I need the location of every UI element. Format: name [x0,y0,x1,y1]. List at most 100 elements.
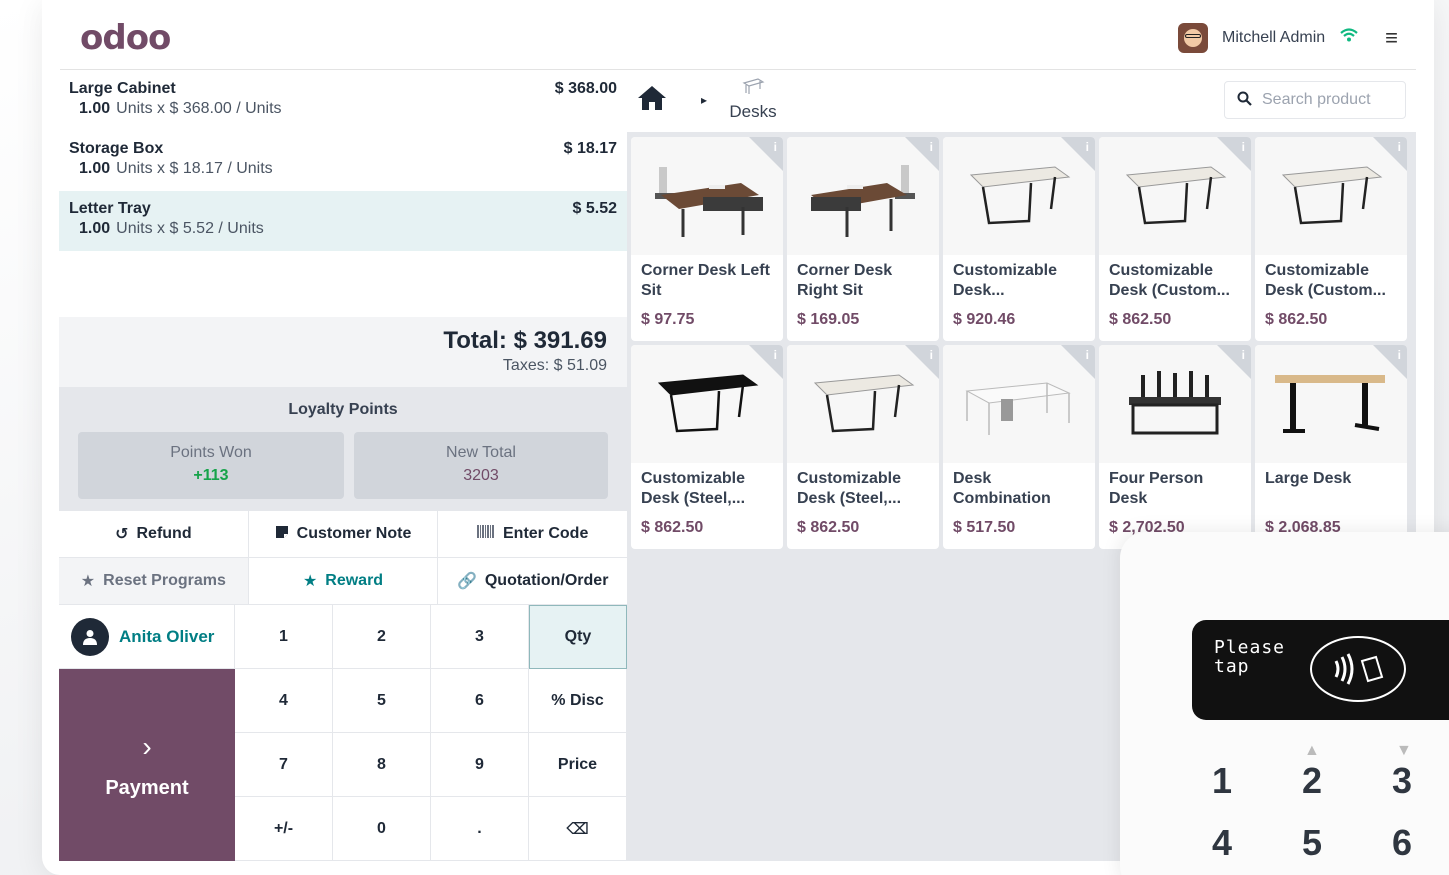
product-name: Customizable Desk (Steel,... [641,470,746,507]
numpad-decimal[interactable]: . [431,797,529,861]
info-icon[interactable]: i [774,348,777,362]
refund-button[interactable]: ↺ Refund [59,511,249,557]
payment-button[interactable]: › Payment [59,669,235,861]
search-input[interactable]: Search product [1224,81,1406,119]
product-image: i [943,137,1095,255]
info-corner [749,345,783,379]
customer-note-button[interactable]: Customer Note [249,511,439,557]
numpad-key-7[interactable]: 7 [235,733,333,797]
terminal-screen: Please tap [1192,620,1449,720]
customer-note-label: Customer Note [296,525,412,542]
product-image: i [1099,345,1251,463]
terminal-key-1[interactable]: 1 [1212,760,1232,802]
numpad-discount-mode[interactable]: % Disc [529,669,627,733]
backspace-icon[interactable]: ⌫ [529,797,627,861]
link-icon: 🔗 [456,573,477,590]
user-name[interactable]: Mitchell Admin [1222,29,1325,47]
numpad-key-6[interactable]: 6 [431,669,529,733]
product-name: Desk Combination [953,470,1051,507]
product-price: $ 862.50 [641,519,704,536]
product-card[interactable]: i Corner Desk Right Sit $ 169.05 [787,137,939,341]
info-icon[interactable]: i [1398,348,1401,362]
orderline-name: Letter Tray [69,200,151,217]
info-corner [1061,345,1095,379]
product-card[interactable]: i Large Desk $ 2,068.85 [1255,345,1407,549]
terminal-text: Please tap [1214,638,1285,676]
terminal-key-2[interactable]: 2 [1302,760,1322,802]
product-name: Large Desk [1265,470,1352,487]
info-icon[interactable]: i [1242,140,1245,154]
breadcrumb-category[interactable]: Desks [723,77,783,122]
enter-code-button[interactable]: Enter Code [438,511,627,557]
info-corner [1061,137,1095,171]
product-card[interactable]: i Customizable Desk (Steel,... $ 862.50 [631,345,783,549]
numpad-key-0[interactable]: 0 [333,797,431,861]
orderline-name: Storage Box [69,140,164,157]
product-price: $ 97.75 [641,311,695,328]
terminal-line-2: tap [1214,656,1250,677]
numpad-key-9[interactable]: 9 [431,733,529,797]
control-buttons-row-2: ★ Reset Programs ★ Reward 🔗 Quotation/Or… [59,558,627,605]
terminal-key-3[interactable]: 3 [1392,760,1412,802]
user-avatar[interactable] [1178,22,1208,53]
product-card[interactable]: i Customizable Desk... $ 920.46 [943,137,1095,341]
product-card[interactable]: i Customizable Desk (Steel,... $ 862.50 [787,345,939,549]
product-name: Corner Desk Right Sit [797,262,893,299]
loyalty-points-panel: Loyalty Points Points Won +113 New Total… [59,387,627,511]
home-icon[interactable] [637,85,667,118]
hamburger-menu-icon[interactable]: ≡ [1385,25,1398,51]
numpad-key-1[interactable]: 1 [235,605,333,669]
orderline-unit-detail: Units x $ 368.00 / Units [116,100,282,117]
orderline-price: $ 368.00 [554,80,617,97]
info-icon[interactable]: i [1242,348,1245,362]
order-taxes: Taxes: $ 51.09 [502,357,607,374]
orderline-qty: 1.00 [79,160,111,177]
product-price: $ 169.05 [797,311,860,328]
product-card[interactable]: i Customizable Desk (Custom... $ 862.50 [1255,137,1407,341]
customer-button[interactable]: Anita Oliver [59,605,235,669]
numpad-key-2[interactable]: 2 [333,605,431,669]
numpad-key-8[interactable]: 8 [333,733,431,797]
numpad-key-4[interactable]: 4 [235,669,333,733]
orderline-list: Large Cabinet $ 368.00 1.00 Units x $ 368… [59,71,627,317]
orderline[interactable]: Large Cabinet $ 368.00 1.00 Units x $ 368… [59,71,627,131]
info-icon[interactable]: i [930,348,933,362]
note-icon [275,525,289,544]
quotation-order-button[interactable]: 🔗 Quotation/Order [438,558,627,604]
reward-button[interactable]: ★ Reward [249,558,439,604]
numpad-price-mode[interactable]: Price [529,733,627,797]
info-icon[interactable]: i [930,140,933,154]
numpad-plus-minus[interactable]: +/- [235,797,333,861]
terminal-key-6[interactable]: 6 [1392,822,1412,864]
orderline-qty: 1.00 [79,100,111,117]
product-image: i [1255,345,1407,463]
info-icon[interactable]: i [1086,348,1089,362]
numpad-key-3[interactable]: 3 [431,605,529,669]
orderline-price: $ 18.17 [563,140,617,157]
info-icon[interactable]: i [1398,140,1401,154]
reset-programs-button[interactable]: ★ Reset Programs [59,558,249,604]
terminal-line-1: Please [1214,637,1286,658]
product-card[interactable]: i Corner Desk Left Sit $ 97.75 [631,137,783,341]
search-icon [1237,91,1252,110]
product-image: i [631,137,783,255]
product-grid: i Corner Desk Left Sit $ 97.75 i Corner … [631,137,1407,549]
product-price: $ 862.50 [1265,311,1328,328]
product-card[interactable]: i Desk Combination $ 517.50 [943,345,1095,549]
product-card[interactable]: i Four Person Desk $ 2,702.50 [1099,345,1251,549]
info-icon[interactable]: i [1086,140,1089,154]
terminal-key-5[interactable]: 5 [1302,822,1322,864]
down-arrow-icon: ▼ [1396,742,1412,759]
numpad-qty-mode[interactable]: Qty [529,605,627,669]
terminal-key-4[interactable]: 4 [1212,822,1232,864]
orderline-selected[interactable]: Letter Tray $ 5.52 1.00 Units x $ 5.52 / … [59,191,627,251]
top-navbar: odoo Mitchell Admin ≡ [60,18,1416,70]
header-right: Mitchell Admin ≡ [1178,22,1398,53]
odoo-logo: odoo [80,17,171,58]
info-icon[interactable]: i [774,140,777,154]
product-card[interactable]: i Customizable Desk (Custom... $ 862.50 [1099,137,1251,341]
product-image: i [787,137,939,255]
product-image: i [1255,137,1407,255]
numpad-key-5[interactable]: 5 [333,669,431,733]
orderline[interactable]: Storage Box $ 18.17 1.00 Units x $ 18.17 … [59,131,627,191]
